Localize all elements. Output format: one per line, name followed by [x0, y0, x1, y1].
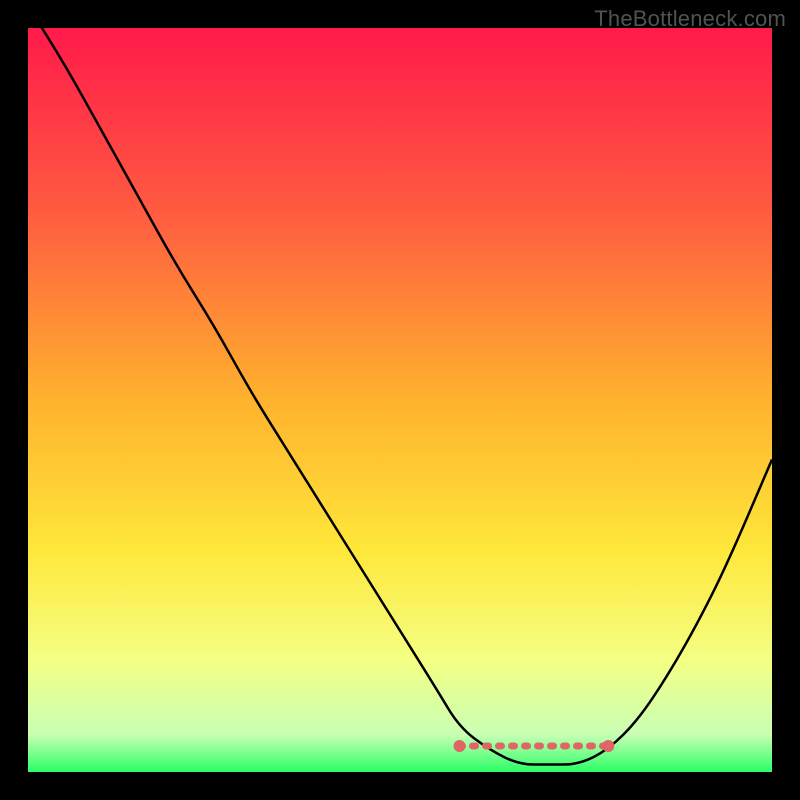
chart-background — [28, 28, 772, 772]
range-start-dot — [454, 740, 466, 752]
range-end-dot — [602, 740, 614, 752]
bottleneck-chart — [28, 28, 772, 772]
watermark-text: TheBottleneck.com — [594, 6, 786, 32]
